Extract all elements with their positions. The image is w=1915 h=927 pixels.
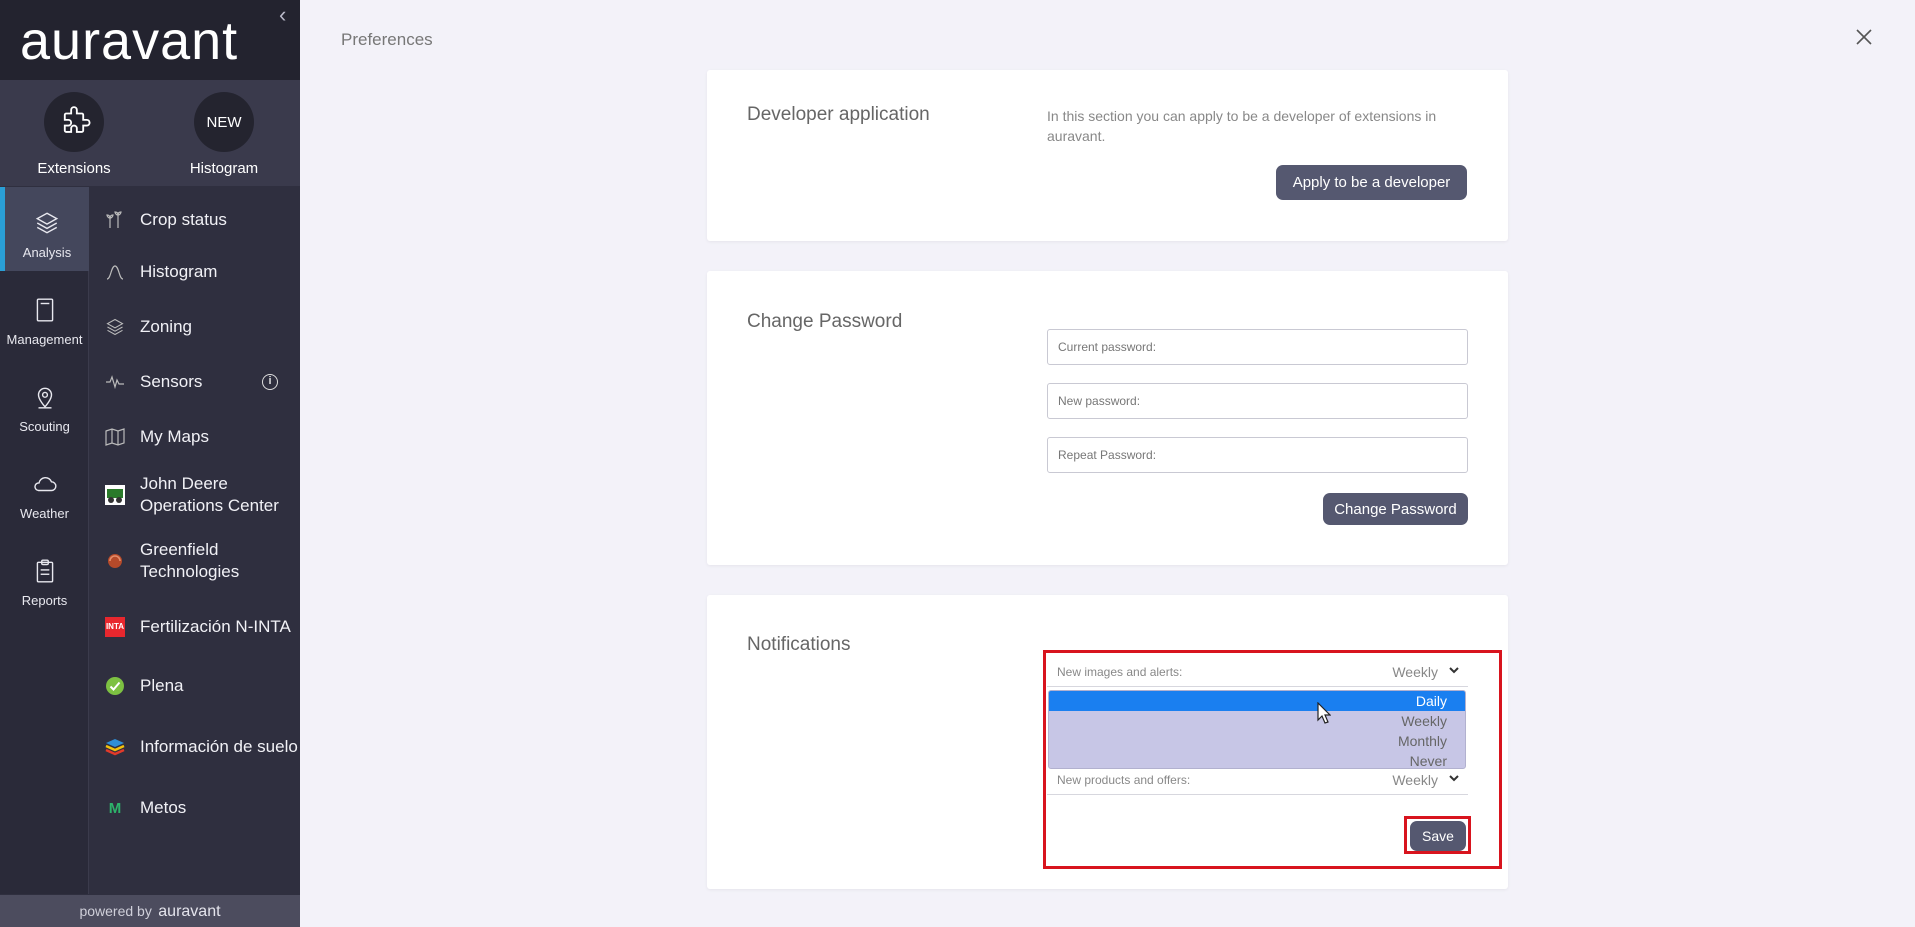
john-deere-icon [90, 485, 140, 505]
rail-item-scouting[interactable]: Scouting [0, 361, 89, 445]
new-badge: NEW [194, 92, 254, 152]
change-password-title: Change Password [747, 311, 903, 332]
puzzle-icon [44, 92, 104, 152]
change-password-button[interactable]: Change Password [1323, 493, 1468, 525]
clipboard-icon [0, 555, 89, 587]
menu-item-zoning[interactable]: Zoning [90, 312, 300, 342]
new-products-label: New products and offers: [1057, 773, 1191, 787]
close-icon[interactable] [1851, 24, 1877, 50]
layers-icon [5, 207, 89, 239]
rail-label-weather: Weather [20, 506, 69, 521]
chevron-down-icon [1449, 775, 1459, 782]
rail-item-reports[interactable]: Reports [0, 535, 89, 619]
new-images-value: Weekly [1392, 664, 1438, 680]
powered-by-footer: powered by auravant [0, 895, 300, 927]
inta-icon: INTA [105, 617, 125, 637]
notebook-icon [0, 294, 89, 326]
cloud-icon [0, 468, 89, 500]
pin-icon [0, 381, 89, 413]
repeat-password-input[interactable] [1047, 437, 1468, 473]
menu-label-my-maps: My Maps [140, 427, 209, 446]
menu-label-crop-status: Crop status [140, 210, 227, 229]
chevron-down-icon [1449, 667, 1459, 674]
menu-label-metos: Metos [140, 798, 187, 817]
option-weekly[interactable]: Weekly [1049, 711, 1465, 731]
menu-item-crop-status[interactable]: Crop status [90, 205, 300, 235]
layers-icon [90, 317, 140, 337]
extensions-label: Extensions [37, 160, 111, 177]
section-rail: Analysis Management Scouting Weather Rep… [0, 187, 89, 894]
rail-item-analysis[interactable]: Analysis [0, 187, 89, 271]
map-icon [90, 427, 140, 447]
frequency-dropdown-list: Daily Weekly Monthly Never [1048, 690, 1466, 769]
plena-icon [90, 676, 140, 696]
apply-developer-button[interactable]: Apply to be a developer [1276, 165, 1467, 200]
menu-label-greenfield: Greenfield Technologies [140, 540, 240, 581]
page-title: Preferences [341, 30, 433, 49]
brand-header: auravant ‹ [0, 0, 300, 80]
menu-item-sensors[interactable]: Sensors i [90, 367, 300, 397]
mouse-cursor-icon [1317, 702, 1331, 724]
menu-label-histogram: Histogram [140, 262, 218, 281]
extensions-button[interactable]: Extensions [14, 92, 134, 177]
menu-label-zoning: Zoning [140, 317, 192, 336]
menu-label-plena: Plena [140, 676, 184, 695]
rail-label-reports: Reports [21, 593, 68, 608]
powered-by-text: powered by [79, 903, 152, 919]
metos-icon: M [108, 799, 122, 817]
developer-title: Developer application [747, 104, 930, 125]
menu-item-informacion-suelo[interactable]: Información de suelo [90, 723, 300, 771]
change-password-card: Change Password Change Password [707, 271, 1508, 565]
analysis-menu: Crop status Histogram Zoning Sensors i M… [90, 187, 300, 894]
option-daily[interactable]: Daily [1049, 691, 1465, 711]
curve-icon [90, 262, 140, 282]
collapse-sidebar-icon[interactable]: ‹ [279, 2, 286, 28]
crop-icon [90, 210, 140, 230]
histogram-quick-button[interactable]: NEW Histogram [164, 92, 284, 177]
rail-item-weather[interactable]: Weather [0, 448, 89, 532]
rail-label-scouting: Scouting [19, 419, 70, 434]
histogram-quick-label: Histogram [189, 160, 259, 177]
menu-item-greenfield[interactable]: Greenfield Technologies [90, 537, 300, 585]
sensors-info-icon[interactable]: i [262, 374, 278, 390]
developer-description: In this section you can apply to be a de… [1047, 108, 1437, 144]
menu-item-fertilizacion[interactable]: INTA Fertilización N-INTA [90, 603, 300, 651]
notifications-title: Notifications [747, 634, 851, 655]
sidebar: auravant ‹ Extensions NEW Histogram Anal… [0, 0, 300, 927]
menu-item-histogram[interactable]: Histogram [90, 257, 300, 287]
rail-item-management[interactable]: Management [0, 274, 89, 358]
rail-label-analysis: Analysis [22, 245, 72, 260]
menu-label-informacion-suelo: Información de suelo [140, 737, 298, 756]
greenfield-icon [90, 552, 140, 570]
auravant-logo: auravant [20, 11, 239, 71]
menu-item-my-maps[interactable]: My Maps [90, 422, 300, 452]
new-products-value: Weekly [1392, 772, 1438, 788]
new-images-select[interactable]: New images and alerts: Weekly [1047, 655, 1468, 687]
soil-icon [90, 737, 140, 757]
option-never[interactable]: Never [1049, 751, 1465, 768]
new-password-input[interactable] [1047, 383, 1468, 419]
menu-label-sensors: Sensors [140, 372, 203, 391]
save-button[interactable]: Save [1410, 821, 1466, 851]
quick-access-bar: Extensions NEW Histogram [0, 80, 300, 186]
top-bar: Preferences [300, 0, 1915, 70]
developer-card: Developer application In this section yo… [707, 70, 1508, 241]
current-password-input[interactable] [1047, 329, 1468, 365]
option-monthly[interactable]: Monthly [1049, 731, 1465, 751]
new-images-label: New images and alerts: [1057, 665, 1183, 679]
menu-label-fertilizacion: Fertilización N-INTA [140, 617, 291, 636]
rail-label-management: Management [6, 332, 83, 347]
menu-item-plena[interactable]: Plena [90, 671, 300, 701]
pulse-icon [90, 372, 140, 392]
powered-by-brand: auravant [158, 903, 221, 920]
menu-item-metos[interactable]: M Metos [90, 793, 300, 823]
menu-item-john-deere[interactable]: John Deere Operations Center [90, 471, 300, 519]
menu-label-john-deere: John Deere Operations Center [140, 474, 279, 515]
